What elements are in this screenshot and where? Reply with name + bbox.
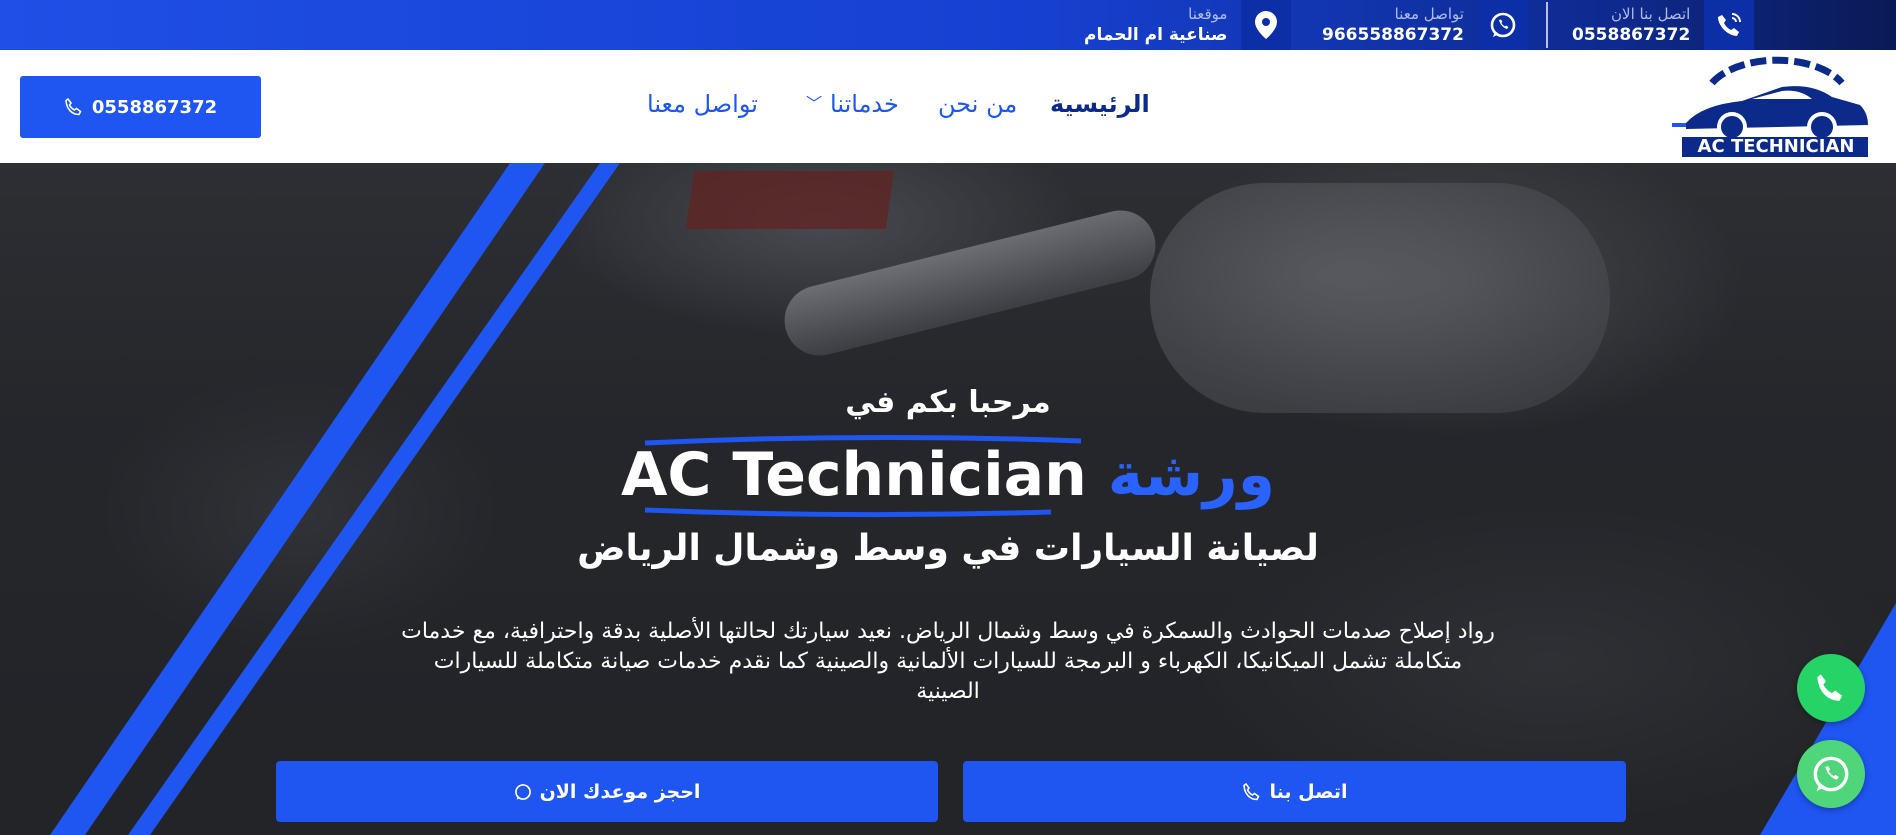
topbar-location[interactable]: موقعنا صناعية ام الحمام [1084, 0, 1292, 50]
hero-description: رواد إصلاح صدمات الحوادث والسمكرة في وسط… [401, 619, 1495, 704]
hero-title-word: ورشة [1107, 440, 1276, 510]
book-appointment-button[interactable]: احجز موعدك الان [276, 761, 938, 822]
title-underline-bottom [644, 507, 1052, 518]
chevron-down-icon: ﹀ [806, 94, 823, 113]
header-call-button[interactable]: 0558867372 [20, 76, 261, 138]
topbar-divider [1546, 2, 1548, 48]
hero-title-brand: AC Technician [620, 440, 1087, 510]
topbar-contact[interactable]: تواصل معنا 966558867372 [1322, 0, 1528, 50]
nav-home[interactable]: الرئيسية [1050, 90, 1150, 118]
hero-title: AC Technician ورشة [0, 440, 1896, 510]
book-appointment-label: احجز موعدك الان [539, 780, 701, 803]
contact-value: 966558867372 [1322, 24, 1464, 45]
location-value: صناعية ام الحمام [1084, 24, 1228, 45]
main-header: 0558867372 تواصل معنا ﹀ خدماتنا من نحن ال… [0, 50, 1896, 163]
topbar-call-now[interactable]: اتصل بنا الان 0558867372 [1572, 0, 1755, 50]
nav-services-label: خدماتنا [830, 90, 899, 118]
floating-whatsapp-button[interactable] [1797, 740, 1865, 808]
hero-section: مرحبا بكم في AC Technician ورشة لصيانة ا… [0, 163, 1896, 835]
logo-text: AC TECHNICIAN [1697, 136, 1855, 157]
hero-subtitle: لصيانة السيارات في وسط وشمال الرياض [577, 528, 1319, 569]
floating-phone-button[interactable] [1797, 654, 1865, 722]
nav-contact[interactable]: تواصل معنا [647, 90, 758, 118]
site-logo[interactable]: AC TECHNICIAN [1672, 53, 1878, 159]
map-pin-icon [1241, 0, 1292, 50]
hero-welcome: مرحبا بكم في [845, 385, 1051, 420]
top-contact-bar: موقعنا صناعية ام الحمام تواصل معنا 96655… [0, 0, 1896, 50]
call-now-value: 0558867372 [1572, 24, 1691, 45]
phone-icon [65, 97, 82, 116]
hero-call-label: اتصل بنا [1269, 780, 1348, 803]
whatsapp-icon [1813, 756, 1849, 792]
nav-about[interactable]: من نحن [938, 90, 1017, 118]
hero-call-button[interactable]: اتصل بنا [963, 761, 1626, 822]
whatsapp-icon [514, 783, 531, 800]
contact-label: تواصل معنا [1394, 4, 1464, 23]
location-label: موقعنا [1188, 4, 1228, 23]
phone-icon [1242, 782, 1260, 800]
whatsapp-icon [1477, 0, 1528, 50]
phone-icon [1817, 674, 1843, 701]
nav-services[interactable]: ﹀ خدماتنا [806, 90, 899, 118]
phone-ring-icon [1704, 0, 1755, 50]
header-call-number: 0558867372 [91, 96, 218, 118]
call-now-label: اتصل بنا الان [1611, 4, 1691, 23]
